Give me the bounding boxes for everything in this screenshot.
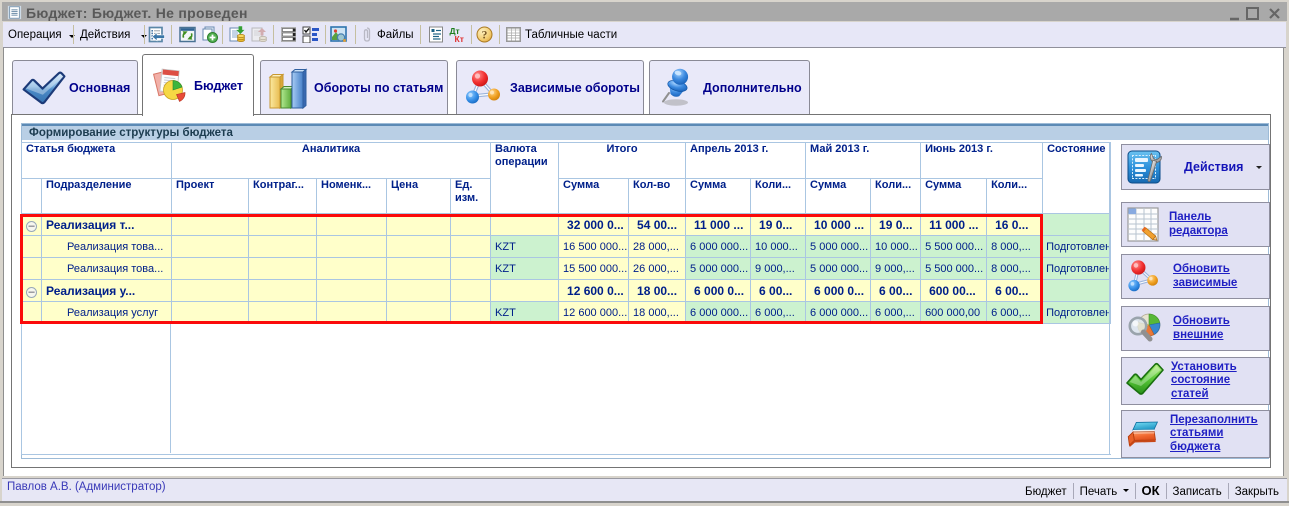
svg-text:?: ? [482,30,488,42]
svg-text:Кт: Кт [455,34,464,43]
